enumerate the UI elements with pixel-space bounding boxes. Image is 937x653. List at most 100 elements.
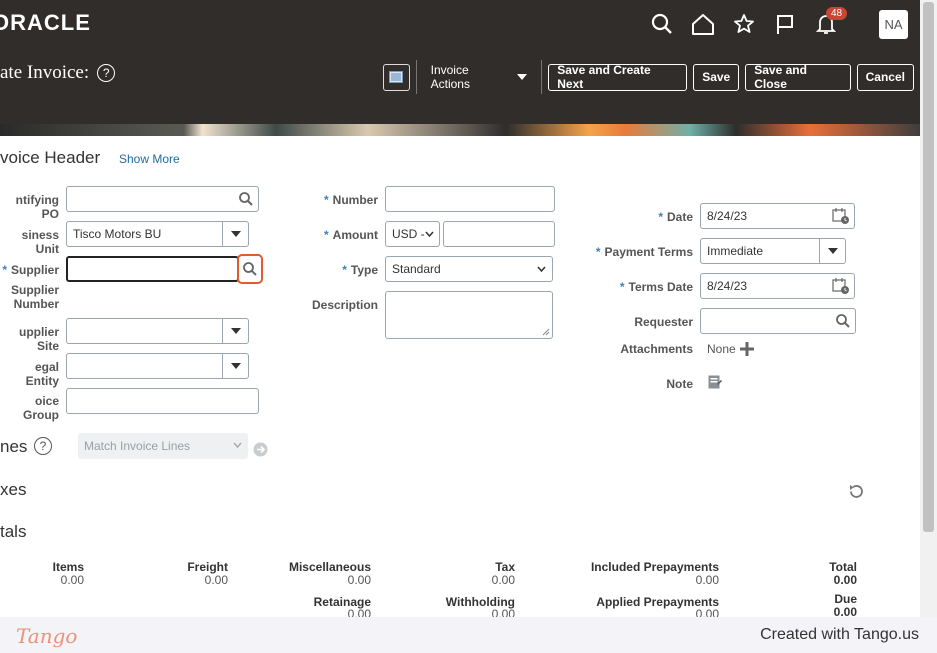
go-arrow-icon [253,442,268,457]
decorative-banner [0,124,920,136]
payment-terms-label-text: Payment Terms [604,245,693,259]
oracle-logo[interactable]: ORACLE [0,10,91,36]
note-icon[interactable] [708,375,722,390]
add-icon[interactable] [739,342,754,356]
refresh-icon[interactable] [848,483,865,500]
chevron-down-icon [230,328,241,334]
lines-title: nes [0,437,28,456]
page-title-text: ate Invoice: [0,62,90,83]
included-prepayments-value: 0.00 [695,573,719,587]
invoice-date-input[interactable]: 8/24/23 [700,203,855,229]
save-and-close-button[interactable]: Save and Close [745,63,851,91]
terms-date-label: * Terms Date [595,280,693,294]
retainage-value: 0.00 [347,607,371,617]
image-viewer-button[interactable] [383,63,410,91]
chevron-down-icon [233,442,242,448]
description-textarea[interactable] [385,291,553,339]
supplier-input[interactable] [66,256,239,282]
requester-input[interactable] [700,308,856,334]
terms-date-value: 8/24/23 [707,279,748,293]
invoice-number-input[interactable] [385,186,555,212]
invoice-type-select[interactable]: Standard [385,256,553,282]
toolbar-divider [415,60,417,94]
business-unit-select[interactable]: Tisco Motors BU [66,221,249,247]
notification-badge: 48 [826,7,848,20]
supplier-label-text: Supplier [10,263,59,277]
date-label: * Date [595,210,693,224]
page-toolbar: Invoice Actions Save and Create Next Sav… [383,60,920,94]
terms-date-input[interactable]: 8/24/23 [700,273,855,299]
save-and-create-next-button[interactable]: Save and Create Next [548,63,688,91]
date-label-text: Date [666,210,693,224]
amount-input[interactable] [443,221,555,247]
identifying-po-input[interactable] [66,186,259,212]
invoice-group-input[interactable] [66,388,259,414]
required-marker: * [342,263,347,277]
attachments-value: None [707,342,754,356]
number-label: * Number [300,193,378,207]
legal-entity-select[interactable] [66,353,249,379]
page-title: ate Invoice: ? [0,62,116,84]
calendar-icon[interactable] [832,277,850,295]
notifications-bell-icon[interactable]: 48 [812,7,848,38]
vertical-scrollbar[interactable] [920,0,937,617]
resize-handle-icon[interactable] [542,328,550,336]
business-unit-label: siness Unit [21,228,59,256]
miscellaneous-value: 0.00 [347,573,371,587]
dropdown-button[interactable] [222,222,248,246]
chevron-down-icon [230,231,241,237]
home-icon[interactable] [689,10,717,38]
lines-help-icon[interactable]: ? [34,437,52,455]
dropdown-button[interactable] [222,354,248,378]
cancel-button[interactable]: Cancel [856,63,914,91]
applied-prepayments-value: 0.00 [695,607,719,617]
invoice-actions-label: Invoice Actions [430,63,470,91]
toolbar-divider [541,60,543,94]
chevron-down-icon [537,266,546,272]
match-invoice-lines-text: Match Invoice Lines [84,439,191,453]
supplier-search-highlight[interactable] [237,254,263,284]
search-icon[interactable] [242,261,258,277]
requester-label: Requester [634,315,693,329]
required-marker: * [324,228,329,242]
user-avatar[interactable]: NA [879,10,908,39]
flag-icon[interactable] [771,10,799,38]
payment-terms-select[interactable]: Immediate [700,238,846,264]
invoice-group-label: oice Group [23,394,59,422]
currency-select[interactable]: USD - [385,221,440,247]
required-marker: * [595,245,601,259]
required-marker: * [658,210,663,224]
dropdown-button[interactable] [819,239,845,263]
invoice-actions-menu[interactable]: Invoice Actions [423,63,536,91]
chevron-down-icon [425,231,434,237]
match-invoice-lines-select: Match Invoice Lines [78,433,248,459]
search-icon[interactable] [648,10,676,38]
save-button[interactable]: Save [693,63,740,91]
chevron-down-icon [517,74,528,80]
show-more-link[interactable]: Show More [119,152,180,166]
terms-date-label-text: Terms Date [628,280,693,294]
global-header: ORACLE 48 NA ate Invoice: ? Invoice Acti… [0,0,920,124]
taxes-title: xes [0,480,27,499]
type-label: * Type [300,263,378,277]
dropdown-button[interactable] [222,319,248,343]
chevron-down-icon [230,363,241,369]
freight-label: Freight [187,560,228,574]
totals-title: tals [0,522,27,541]
invoice-header-title: voice Header [0,148,101,167]
total-value: 0.00 [833,573,857,587]
business-unit-value: Tisco Motors BU [73,227,162,241]
attachments-none-text: None [707,342,736,356]
help-icon[interactable]: ? [97,64,116,82]
items-label: Items [52,560,84,574]
scrollbar-thumb[interactable] [923,2,934,532]
attachments-label: Attachments [620,342,693,356]
tax-label: Tax [495,560,515,574]
supplier-site-select[interactable] [66,318,249,344]
search-icon[interactable] [835,313,851,329]
favorites-star-icon[interactable] [730,10,758,38]
search-icon[interactable] [238,191,254,207]
supplier-site-label: upplier Site [18,325,59,353]
supplier-label: * Supplier [0,263,59,277]
calendar-icon[interactable] [832,207,850,225]
